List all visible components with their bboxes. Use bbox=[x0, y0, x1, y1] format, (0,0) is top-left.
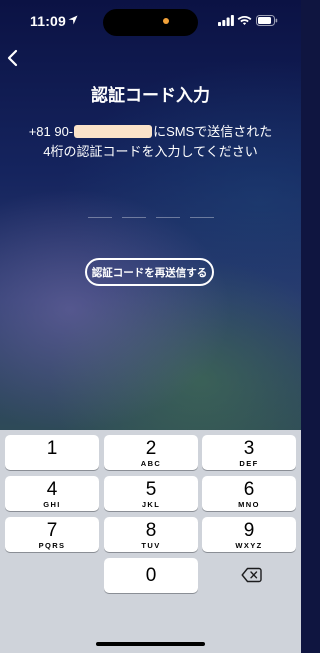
code-digit-slot[interactable] bbox=[88, 217, 112, 218]
resend-code-button[interactable]: 認証コードを再送信する bbox=[85, 258, 214, 286]
key-7[interactable]: 7 PQRS bbox=[5, 517, 99, 552]
key-5[interactable]: 5 JKL bbox=[104, 476, 198, 511]
sms-description-line2: 4桁の認証コードを入力してください bbox=[43, 144, 258, 159]
location-arrow-icon bbox=[68, 15, 78, 25]
cellular-signal-icon bbox=[218, 15, 234, 26]
key-8[interactable]: 8 TUV bbox=[104, 517, 198, 552]
delete-backspace-icon[interactable] bbox=[241, 567, 262, 583]
page-title: 認証コード入力 bbox=[91, 86, 210, 105]
key-4[interactable]: 4 GHI bbox=[5, 476, 99, 511]
sms-sent-text: にSMSで送信された bbox=[153, 124, 273, 139]
key-3[interactable]: 3 DEF bbox=[202, 435, 296, 470]
key-2[interactable]: 2 ABC bbox=[104, 435, 198, 470]
home-indicator bbox=[96, 642, 205, 646]
status-time: 11:09 bbox=[30, 13, 67, 29]
sms-description-line1: +81 90- にSMSで送信された bbox=[0, 121, 301, 140]
back-chevron-icon[interactable] bbox=[4, 47, 24, 69]
redacted-phone-number bbox=[74, 125, 153, 138]
key-1[interactable]: 1 bbox=[5, 435, 99, 470]
phone-prefix: +81 90- bbox=[28, 124, 74, 139]
dynamic-island bbox=[103, 9, 198, 36]
key-6[interactable]: 6 MNO bbox=[202, 476, 296, 511]
app-screen: 11:09 認証コード入力 +81 90- にSMSで送信された 4桁の認証コード… bbox=[0, 0, 301, 430]
wifi-icon bbox=[237, 16, 252, 25]
key-9[interactable]: 9 WXYZ bbox=[202, 517, 296, 552]
battery-icon bbox=[256, 15, 278, 26]
code-digit-slot[interactable] bbox=[190, 217, 214, 218]
code-digit-slot[interactable] bbox=[122, 217, 146, 218]
key-0[interactable]: 0 bbox=[104, 558, 198, 593]
code-digit-slot[interactable] bbox=[156, 217, 180, 218]
camera-indicator-icon bbox=[163, 18, 169, 24]
